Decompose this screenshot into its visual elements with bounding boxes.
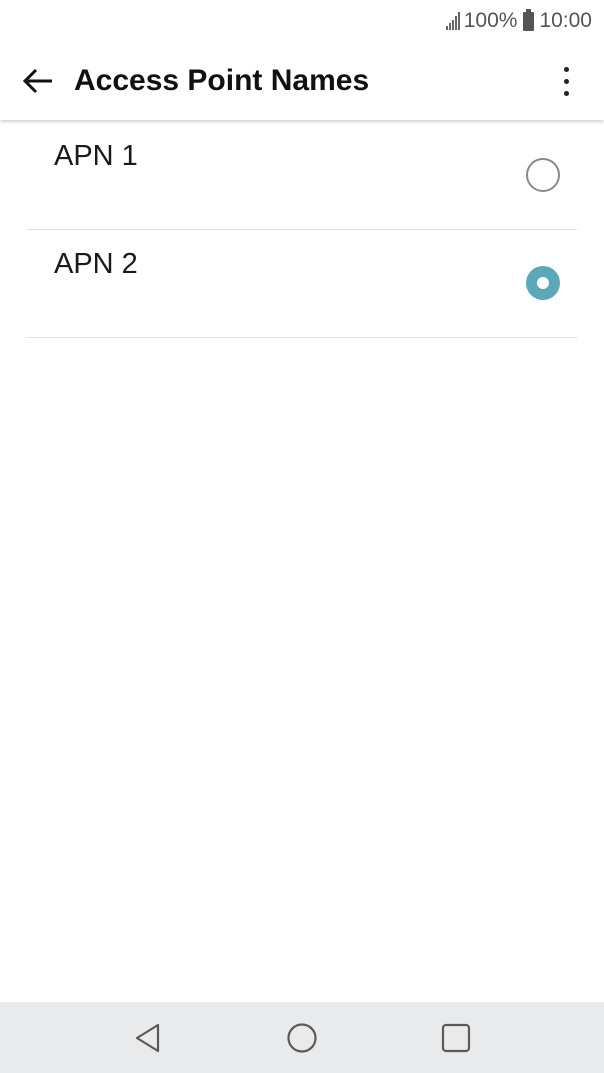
clock: 10:00 [539,9,592,32]
nav-recents-button[interactable] [426,1008,486,1068]
navigation-bar [0,1002,604,1073]
more-vert-icon-dot [563,78,569,84]
app-bar: Access Point Names [0,42,604,120]
nav-back-button[interactable] [118,1008,178,1068]
apn-radio-button[interactable] [526,158,560,192]
apn-item-1[interactable]: APN 1 [27,122,577,230]
battery-icon [523,8,535,31]
nav-home-button[interactable] [272,1008,332,1068]
apn-item-2[interactable]: APN 2 [27,230,577,338]
apn-list: APN 1 APN 2 [0,122,604,338]
square-recents-icon [441,1023,471,1052]
battery-percent: 100% [463,9,518,32]
triangle-back-icon [135,1023,160,1052]
circle-home-icon [287,1022,317,1053]
status-bar: 100% 10:00 [0,0,604,42]
signal-icon [445,12,460,30]
more-vert-icon [563,66,569,72]
apn-name: APN 1 [54,140,138,172]
back-button[interactable] [16,59,60,103]
screen: 100% 10:00 Access Point Names APN 1 APN … [0,0,604,1073]
more-options-button[interactable] [546,56,586,106]
apn-radio-button-selected[interactable] [526,266,560,300]
more-vert-icon-dot [563,90,569,96]
page-title: Access Point Names [74,64,370,97]
apn-name: APN 2 [54,248,138,280]
arrow-left-icon [22,68,52,94]
